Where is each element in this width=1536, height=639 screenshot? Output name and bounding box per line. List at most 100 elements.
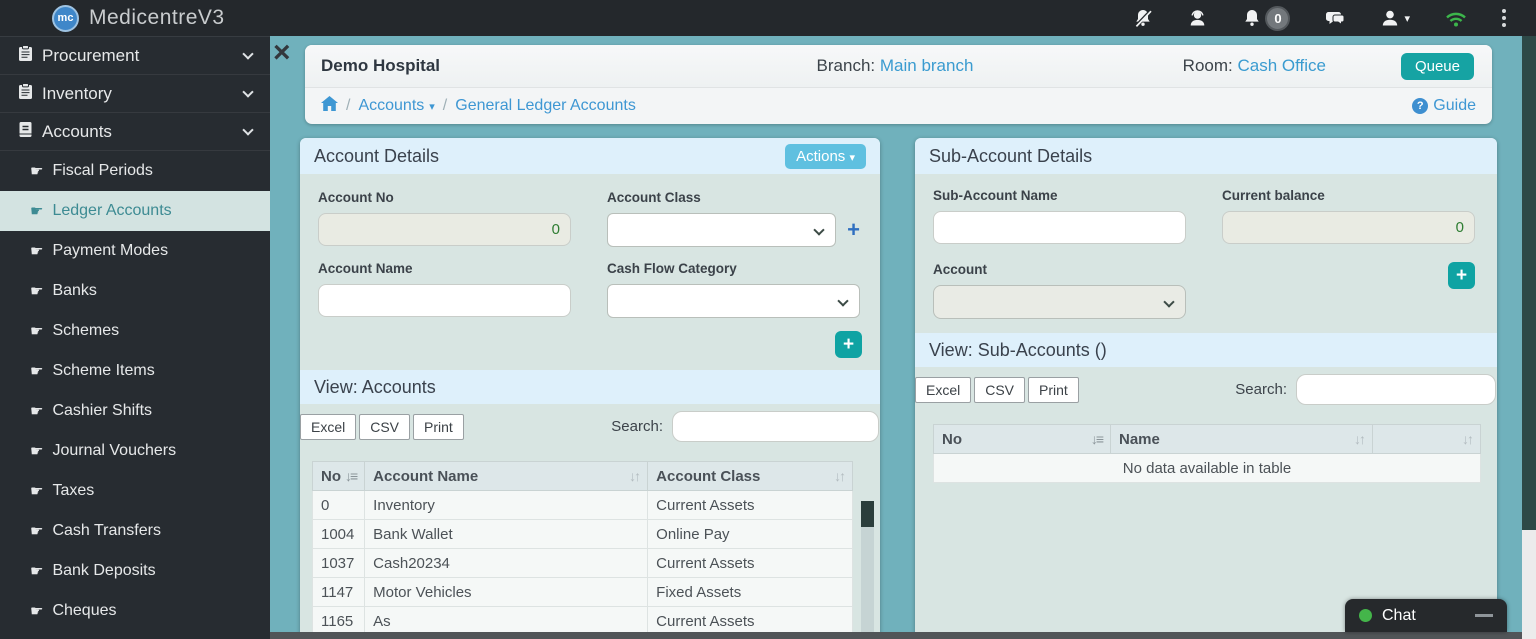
chevron-down-icon	[242, 85, 254, 98]
close-icon[interactable]: ×	[273, 38, 291, 68]
chevron-down-icon	[242, 47, 254, 60]
breadcrumb-accounts[interactable]: Accounts ▾	[358, 97, 434, 115]
sidebar-item-procurement[interactable]: Procurement	[0, 37, 270, 75]
sidebar-item-cheques[interactable]: ☛ Cheques	[0, 591, 270, 631]
col-account-class[interactable]: Account Class ↓↑	[647, 461, 854, 491]
user-menu-icon[interactable]: ▾	[1380, 8, 1410, 28]
account-select[interactable]	[933, 285, 1186, 319]
sidebar-item-inventory[interactable]: Inventory	[0, 75, 270, 113]
ledger-book-icon	[18, 121, 33, 143]
cash-flow-select[interactable]	[607, 284, 860, 318]
sidebar-item-accounts[interactable]: Accounts	[0, 113, 270, 151]
excel-button[interactable]: Excel	[915, 376, 972, 403]
col-no[interactable]: No ↓≡	[933, 424, 1111, 454]
hand-point-icon: ☛	[30, 482, 44, 500]
account-no-label: Account No	[318, 190, 394, 205]
room-value-link[interactable]: Cash Office	[1237, 56, 1326, 75]
notification-count-badge: 0	[1265, 5, 1291, 31]
minimize-icon[interactable]	[1475, 614, 1493, 617]
sidebar-item-journal-vouchers[interactable]: ☛ Journal Vouchers	[0, 431, 270, 471]
sidebar-item-ledger-accounts[interactable]: ☛ Ledger Accounts	[0, 191, 270, 231]
vertical-scrollbar[interactable]	[1522, 36, 1536, 639]
excel-button[interactable]: Excel	[300, 413, 357, 440]
sub-account-details-header: Sub-Account Details	[915, 138, 1497, 174]
table-scrollbar[interactable]	[861, 501, 874, 639]
help-icon: ?	[1412, 98, 1429, 114]
add-account-button[interactable]: +	[835, 331, 862, 358]
cash-flow-label: Cash Flow Category	[607, 261, 737, 276]
col-no[interactable]: No ↓≡	[311, 461, 366, 491]
actions-button[interactable]: Actions ▾	[785, 143, 866, 169]
sub-account-name-input[interactable]	[933, 211, 1186, 244]
hand-point-icon: ☛	[30, 282, 44, 300]
page-header-card: Demo Hospital Branch: Main branch Room: …	[305, 45, 1492, 124]
notifications-bell-icon[interactable]: 0	[1242, 5, 1291, 31]
sort-icon: ↓↑	[834, 467, 846, 484]
col-extra[interactable]: ↓↑	[1372, 424, 1481, 454]
table-header-row: No ↓≡ Account Name ↓↑ Account Class ↓↑	[311, 461, 854, 491]
topbar: mc MedicentreV3 0 ▾	[0, 0, 1536, 36]
sort-icon: ↓↑	[629, 467, 641, 484]
table-row[interactable]: 0 Inventory Current Assets	[311, 490, 854, 520]
csv-button[interactable]: CSV	[974, 376, 1026, 403]
table-row[interactable]: 1004 Bank Wallet Online Pay	[311, 519, 854, 549]
accounts-toolbar: Excel CSV Print Search:	[300, 404, 880, 451]
table-row[interactable]: 1147 Motor Vehicles Fixed Assets	[311, 577, 854, 607]
add-account-class-button[interactable]: +	[847, 219, 860, 241]
col-account-name[interactable]: Account Name ↓↑	[364, 461, 649, 491]
sidebar-item-taxes[interactable]: ☛ Taxes	[0, 471, 270, 511]
sidebar-item-scheme-items[interactable]: ☛ Scheme Items	[0, 351, 270, 391]
scrollbar-thumb[interactable]	[1522, 36, 1536, 530]
bell-slash-icon[interactable]	[1133, 8, 1153, 28]
accounts-search-input[interactable]	[672, 411, 879, 442]
sidebar-item-cashier-shifts[interactable]: ☛ Cashier Shifts	[0, 391, 270, 431]
account-name-input[interactable]	[318, 284, 571, 317]
caret-down-icon: ▾	[849, 151, 855, 164]
sort-asc-icon: ↓≡	[345, 467, 358, 484]
empty-row: No data available in table	[933, 453, 1481, 483]
chat-widget[interactable]: Chat	[1345, 599, 1507, 632]
breadcrumb-current-page: General Ledger Accounts	[455, 97, 636, 114]
horizontal-scrollbar[interactable]	[270, 632, 1522, 639]
sidebar-item-fiscal-periods[interactable]: ☛ Fiscal Periods	[0, 151, 270, 191]
kebab-menu-icon[interactable]	[1502, 9, 1506, 27]
col-name[interactable]: Name ↓↑	[1110, 424, 1373, 454]
topbar-icons: 0 ▾	[1133, 5, 1536, 31]
hand-point-icon: ☛	[30, 362, 44, 380]
chevron-down-icon	[837, 295, 849, 307]
search-label: Search:	[1235, 381, 1287, 398]
add-sub-account-button[interactable]: +	[1448, 262, 1475, 289]
home-icon[interactable]	[321, 96, 338, 116]
sub-account-name-label: Sub-Account Name	[933, 188, 1058, 203]
scrollbar-thumb[interactable]	[861, 501, 874, 527]
sidebar-item-bank-deposits[interactable]: ☛ Bank Deposits	[0, 551, 270, 591]
wifi-status-icon[interactable]	[1444, 8, 1468, 28]
branch-info: Branch: Main branch	[816, 56, 974, 75]
account-name-label: Account Name	[318, 261, 413, 276]
sub-account-form: Sub-Account Name Current balance Account…	[915, 174, 1497, 319]
messages-icon[interactable]	[1324, 8, 1346, 28]
sidebar-item-banks[interactable]: ☛ Banks	[0, 271, 270, 311]
print-button[interactable]: Print	[1028, 376, 1079, 403]
sub-accounts-search-input[interactable]	[1296, 374, 1496, 405]
csv-button[interactable]: CSV	[359, 413, 411, 440]
support-agent-icon[interactable]	[1187, 8, 1208, 28]
sidebar-item-payment-modes[interactable]: ☛ Payment Modes	[0, 231, 270, 271]
sidebar-item-cash-transfers[interactable]: ☛ Cash Transfers	[0, 511, 270, 551]
brand: mc MedicentreV3	[0, 4, 225, 32]
panel-title: Sub-Account Details	[929, 145, 1093, 166]
guide-link[interactable]: ? Guide	[1412, 97, 1476, 115]
hand-point-icon: ☛	[30, 162, 44, 180]
account-class-select[interactable]	[607, 213, 837, 247]
online-status-icon	[1359, 609, 1372, 622]
print-button[interactable]: Print	[413, 413, 464, 440]
sidebar-item-schemes[interactable]: ☛ Schemes	[0, 311, 270, 351]
queue-button[interactable]: Queue	[1400, 53, 1474, 80]
sub-accounts-table: No ↓≡ Name ↓↑ ↓↑ No data available in tabl…	[933, 424, 1481, 483]
table-header-row: No ↓≡ Name ↓↑ ↓↑	[933, 424, 1481, 454]
hand-point-icon: ☛	[30, 522, 44, 540]
table-row[interactable]: 1037 Cash20234 Current Assets	[311, 548, 854, 578]
search-label: Search:	[611, 418, 663, 435]
chevron-down-icon	[242, 123, 254, 136]
branch-value-link[interactable]: Main branch	[880, 56, 974, 75]
